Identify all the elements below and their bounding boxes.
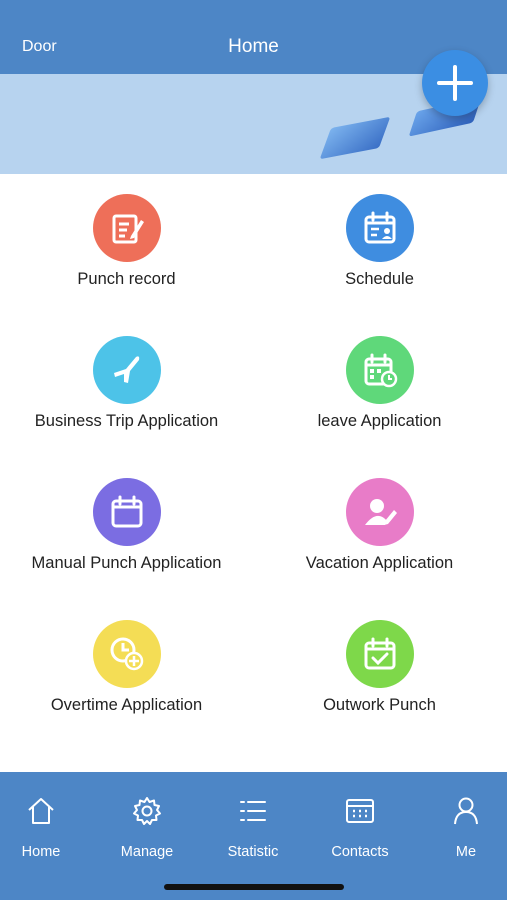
page-title: Home: [228, 36, 279, 57]
bottom-tab-bar: Home Manage Statistic Contacts Me: [0, 772, 507, 900]
vacation-item[interactable]: Vacation Application: [253, 478, 506, 573]
user-edit-icon: [345, 478, 414, 546]
tab-manage[interactable]: Manage: [97, 794, 197, 860]
list-icon: [203, 794, 303, 828]
grid-item-label: Business Trip Application: [34, 412, 219, 430]
business-trip-item[interactable]: Business Trip Application: [0, 336, 253, 431]
calendar-check-icon: [345, 620, 414, 688]
overtime-item[interactable]: Overtime Application: [0, 620, 253, 715]
grid-item-label: Manual Punch Application: [31, 554, 222, 572]
grid-item-label: Overtime Application: [50, 696, 203, 714]
grid-item-label: Punch record: [77, 270, 176, 288]
schedule-item[interactable]: Schedule: [253, 194, 506, 289]
calendar-clock-icon: [345, 336, 414, 404]
clock-plus-icon: [92, 620, 161, 688]
grid-item-label: Outwork Punch: [323, 696, 436, 714]
tab-label: Me: [455, 844, 477, 860]
tab-contacts[interactable]: Contacts: [310, 794, 410, 860]
calendar-person-icon: [345, 194, 414, 262]
tab-label: Contacts: [331, 844, 389, 860]
document-edit-icon: [92, 194, 161, 262]
punch-record-item[interactable]: Punch record: [0, 194, 253, 289]
tab-label: Manage: [120, 844, 174, 860]
home-icon: [0, 794, 91, 828]
home-indicator: [164, 884, 344, 890]
leave-application-item[interactable]: leave Application: [253, 336, 506, 431]
gear-icon: [97, 794, 197, 828]
calendar-icon: [92, 478, 161, 546]
laptop-illustration: [319, 116, 391, 160]
grid-item-label: leave Application: [317, 412, 442, 430]
grid-item-label: Schedule: [345, 270, 414, 288]
tab-me[interactable]: Me: [416, 794, 507, 860]
grid-item-label: Vacation Application: [305, 554, 454, 572]
plus-icon: [437, 65, 473, 101]
manual-punch-item[interactable]: Manual Punch Application: [0, 478, 253, 573]
tab-home[interactable]: Home: [0, 794, 91, 860]
tab-label: Home: [21, 844, 61, 860]
contacts-icon: [310, 794, 410, 828]
add-button[interactable]: [422, 50, 488, 116]
person-icon: [416, 794, 507, 828]
tab-label: Statistic: [227, 844, 279, 860]
airplane-icon: [92, 336, 161, 404]
outwork-punch-item[interactable]: Outwork Punch: [253, 620, 506, 715]
tab-statistic[interactable]: Statistic: [203, 794, 303, 860]
